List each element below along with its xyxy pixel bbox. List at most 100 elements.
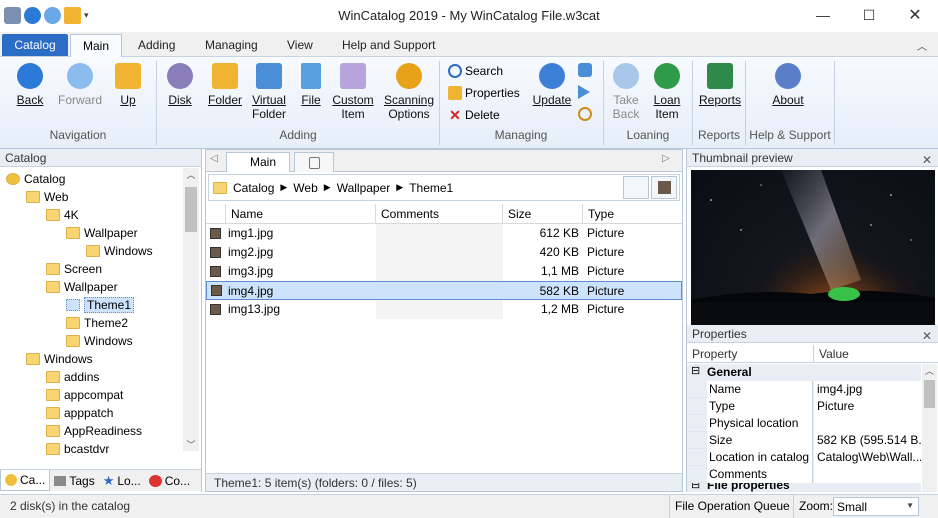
tree-node[interactable]: addins: [46, 368, 99, 386]
tab-contacts[interactable]: Co...: [145, 470, 194, 491]
minimize-button[interactable]: —: [800, 0, 846, 30]
take-back-button[interactable]: Take Back: [610, 61, 642, 121]
folder-icon: [46, 443, 60, 455]
tab-tags[interactable]: Tags: [50, 470, 98, 491]
tree-node[interactable]: bcastdvr: [46, 440, 109, 458]
tab-catalog[interactable]: Catalog: [2, 34, 68, 56]
scroll-down-icon[interactable]: ﹀: [183, 438, 199, 451]
section-file-properties[interactable]: ⊟ File properties: [687, 483, 921, 492]
tree-node[interactable]: Catalog: [6, 170, 65, 188]
about-button[interactable]: About: [768, 61, 808, 107]
folder-icon: [46, 209, 60, 221]
property-row[interactable]: Comments: [687, 466, 921, 483]
loan-item-button[interactable]: Loan Item: [650, 61, 684, 121]
update-button[interactable]: Update: [530, 61, 574, 107]
reports-button[interactable]: Reports: [697, 61, 743, 107]
search-button[interactable]: Search: [448, 62, 503, 80]
add-file-button[interactable]: File: [296, 61, 326, 107]
table-row[interactable]: img3.jpg 1,1 MB Picture: [206, 262, 682, 281]
find-icon[interactable]: [578, 107, 592, 121]
take-back-icon: [613, 63, 639, 89]
tab-managing[interactable]: Managing: [199, 36, 264, 57]
property-row[interactable]: Type Picture: [687, 398, 921, 415]
folder-icon: [46, 263, 60, 275]
properties-button[interactable]: Properties: [448, 84, 520, 102]
property-row[interactable]: Physical location: [687, 415, 921, 432]
play-icon[interactable]: [578, 85, 590, 99]
column-value[interactable]: Value: [819, 347, 849, 361]
forward-button[interactable]: Forward: [54, 61, 106, 107]
section-general[interactable]: ⊟ General: [687, 364, 921, 381]
tab-help-and-support[interactable]: Help and Support: [336, 36, 441, 57]
breadcrumb-item[interactable]: Wallpaper: [337, 181, 391, 195]
properties-scrollbar[interactable]: ︿: [922, 364, 937, 492]
close-icon[interactable]: ✕: [922, 327, 932, 345]
collapse-icon[interactable]: ⊟: [691, 483, 700, 491]
tree-node[interactable]: Windows: [66, 332, 133, 350]
table-row[interactable]: img2.jpg 420 KB Picture: [206, 243, 682, 262]
tree-node[interactable]: Windows: [26, 350, 93, 368]
property-row[interactable]: Size 582 KB (595.514 B...: [687, 432, 921, 449]
breadcrumb-item[interactable]: Catalog: [233, 181, 274, 195]
tab-locations[interactable]: ★ Lo...: [99, 470, 145, 491]
tree-scroll-thumb[interactable]: [185, 187, 197, 232]
back-button[interactable]: Back: [12, 61, 48, 107]
tab-scroll-right-icon[interactable]: ▷: [662, 153, 670, 164]
add-disk-button[interactable]: Disk: [162, 61, 198, 107]
file-operation-queue-button[interactable]: File Operation Queue: [675, 499, 790, 513]
breadcrumb[interactable]: Catalog ▶ Web ▶ Wallpaper ▶ Theme1: [208, 174, 680, 201]
scanning-options-button[interactable]: Scanning Options: [382, 61, 436, 121]
file-list-status: Theme1: 5 item(s) (folders: 0 / files: 5…: [206, 473, 682, 491]
table-row[interactable]: img13.jpg 1,2 MB Picture: [206, 300, 682, 319]
column-size[interactable]: Size: [503, 204, 583, 224]
collapse-ribbon-icon[interactable]: ︿: [917, 38, 927, 53]
scroll-up-icon[interactable]: ︿: [183, 168, 199, 181]
tree-node[interactable]: Wallpaper: [66, 224, 138, 242]
sync-icon[interactable]: [578, 63, 592, 77]
column-type[interactable]: Type: [583, 204, 682, 224]
tab-catalog-tree[interactable]: Ca...: [0, 470, 51, 491]
type-column-icon[interactable]: [206, 204, 226, 224]
close-icon[interactable]: ✕: [922, 151, 932, 169]
tree-node[interactable]: Screen: [46, 260, 102, 278]
table-row[interactable]: img1.jpg 612 KB Picture: [206, 224, 682, 243]
zoom-select[interactable]: Small ▼: [833, 497, 919, 516]
add-virtual-folder-button[interactable]: Virtual Folder: [248, 61, 290, 121]
tree-node-selected[interactable]: Theme1: [66, 296, 135, 314]
tree-node[interactable]: 4K: [46, 206, 79, 224]
add-custom-item-button[interactable]: Custom Item: [330, 61, 376, 121]
tab-scroll-left-icon[interactable]: ◁: [210, 153, 218, 164]
column-name[interactable]: Name: [226, 204, 376, 224]
property-row[interactable]: Location in catalog Catalog\Web\Wall...: [687, 449, 921, 466]
column-property[interactable]: Property: [692, 347, 737, 361]
tab-adding[interactable]: Adding: [132, 36, 181, 57]
scroll-thumb[interactable]: [924, 380, 935, 408]
properties-panel-title: Properties: [692, 327, 747, 341]
column-comments[interactable]: Comments: [376, 204, 503, 224]
breadcrumb-item[interactable]: Web: [293, 181, 317, 195]
breadcrumb-item[interactable]: Theme1: [409, 181, 453, 195]
up-button[interactable]: Up: [112, 61, 144, 107]
picture-file-icon: [210, 228, 221, 239]
tree-node[interactable]: apppatch: [46, 404, 113, 422]
property-row[interactable]: Name img4.jpg: [687, 381, 921, 398]
preview-toggle-button[interactable]: [651, 176, 677, 199]
tree-node[interactable]: Windows: [86, 242, 153, 260]
tab-view[interactable]: View: [281, 36, 319, 57]
delete-button[interactable]: ✕ Delete: [448, 106, 500, 124]
tree-node[interactable]: appcompat: [46, 386, 123, 404]
scroll-up-icon[interactable]: ︿: [922, 364, 937, 377]
tab-main-document[interactable]: Main: [226, 152, 290, 172]
tree-node[interactable]: AppReadiness: [46, 422, 142, 440]
add-folder-button[interactable]: Folder: [204, 61, 246, 107]
tree-node[interactable]: Web: [26, 188, 68, 206]
tab-new-document[interactable]: [294, 152, 334, 172]
table-row-selected[interactable]: img4.jpg 582 KB Picture: [206, 281, 682, 300]
tree-node[interactable]: Wallpaper: [46, 278, 118, 296]
close-button[interactable]: ✕: [892, 0, 938, 30]
maximize-button[interactable]: ☐: [846, 0, 892, 30]
tab-main[interactable]: Main: [70, 34, 122, 58]
collapse-icon[interactable]: ⊟: [691, 364, 700, 377]
tree-node[interactable]: Theme2: [66, 314, 128, 332]
view-mode-button[interactable]: [623, 176, 649, 199]
